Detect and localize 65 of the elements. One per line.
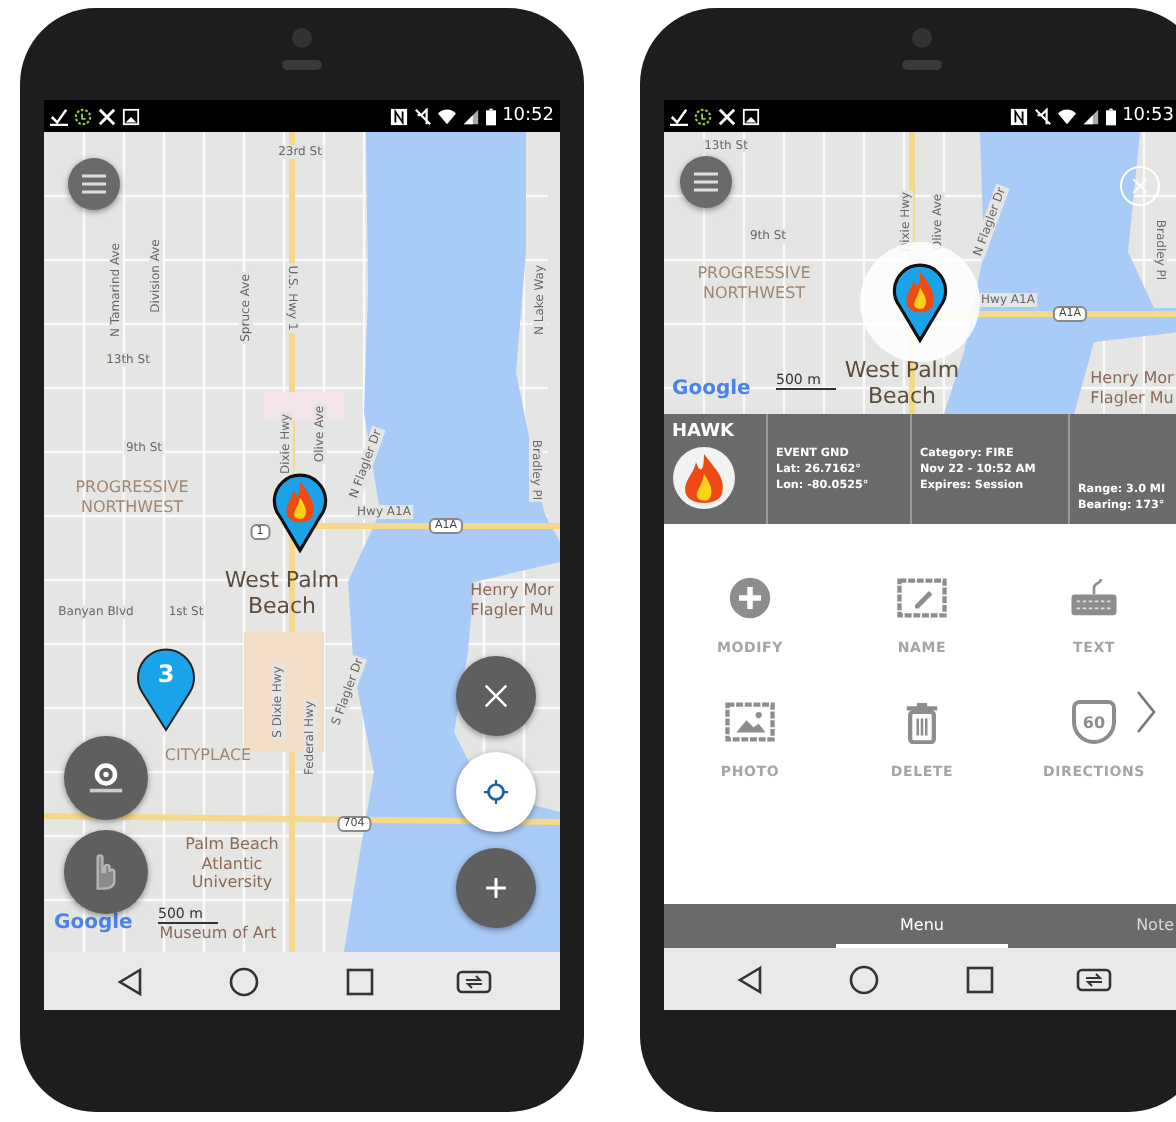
event-title: HAWK <box>672 422 734 442</box>
clock-icon <box>74 107 92 125</box>
tab[interactable]: Note <box>1008 904 1176 948</box>
nfc-icon <box>390 107 409 125</box>
locate-icon <box>484 780 508 804</box>
signal-icon <box>462 107 481 125</box>
tools-icon <box>98 107 116 125</box>
wifi-icon <box>438 107 457 125</box>
home-icon <box>846 963 883 995</box>
target-icon <box>88 760 124 796</box>
recents-icon <box>341 965 378 997</box>
next-page-chevron-icon[interactable] <box>1136 690 1156 734</box>
switch-button[interactable] <box>1075 963 1112 995</box>
image-icon <box>122 107 140 125</box>
map-label: West Palm Beach <box>842 358 962 410</box>
hamburger-menu-icon <box>82 172 106 196</box>
home-button[interactable] <box>846 963 883 995</box>
speaker-grille <box>282 60 322 70</box>
keyboard-icon <box>1068 576 1120 620</box>
home-icon <box>226 965 263 997</box>
battery-icon <box>486 107 497 125</box>
recents-button[interactable] <box>961 963 998 995</box>
status-time: 10:52 <box>502 106 554 126</box>
fire-icon <box>672 446 736 510</box>
image-icon <box>742 107 760 125</box>
mute-icon <box>414 107 433 125</box>
cluster-count: 3 <box>155 660 177 688</box>
recents-button[interactable] <box>341 965 378 997</box>
map-label: Henry Mor Flagler Mu <box>468 580 556 620</box>
pencil-frame-icon <box>896 576 948 620</box>
download-done-icon <box>670 107 688 125</box>
close-icon <box>484 684 508 708</box>
hand-icon <box>96 854 116 890</box>
clock-icon <box>694 107 712 125</box>
switch-icon <box>455 965 492 997</box>
close-icon <box>1132 178 1148 194</box>
map-label: West Palm Beach <box>222 568 342 620</box>
recents-icon <box>961 963 998 995</box>
switch-button[interactable] <box>455 965 492 997</box>
map-label: Palm Beach Atlantic University <box>183 835 281 893</box>
plus-circle-icon <box>724 576 776 620</box>
signal-icon <box>1082 107 1101 125</box>
status-time: 10:53 <box>1122 106 1174 126</box>
battery-icon <box>1106 107 1117 125</box>
highway-shield-icon: 60 <box>1072 700 1116 744</box>
picture-frame-icon <box>724 700 776 744</box>
map-label: Henry Mor Flagler Mu <box>1088 368 1176 408</box>
plus-icon <box>484 876 508 900</box>
download-done-icon <box>50 107 68 125</box>
map-attribution: Google <box>54 912 133 934</box>
speaker-grille <box>902 60 942 70</box>
tools-icon <box>718 107 736 125</box>
map-label: PROGRESSIVE NORTHWEST <box>73 478 191 518</box>
nfc-icon <box>1010 107 1029 125</box>
fire-pin-icon[interactable] <box>888 260 952 344</box>
switch-icon <box>1075 963 1112 995</box>
wifi-icon <box>1058 107 1077 125</box>
map-label: PROGRESSIVE NORTHWEST <box>695 264 813 304</box>
home-button[interactable] <box>226 965 263 997</box>
fire-pin-icon[interactable] <box>268 470 332 554</box>
map-label: Museum of Art <box>157 924 279 944</box>
map-label: CITYPLACE <box>162 746 254 766</box>
hamburger-menu-icon <box>694 170 718 194</box>
map-attribution: Google <box>672 378 751 400</box>
mute-icon <box>1034 107 1053 125</box>
